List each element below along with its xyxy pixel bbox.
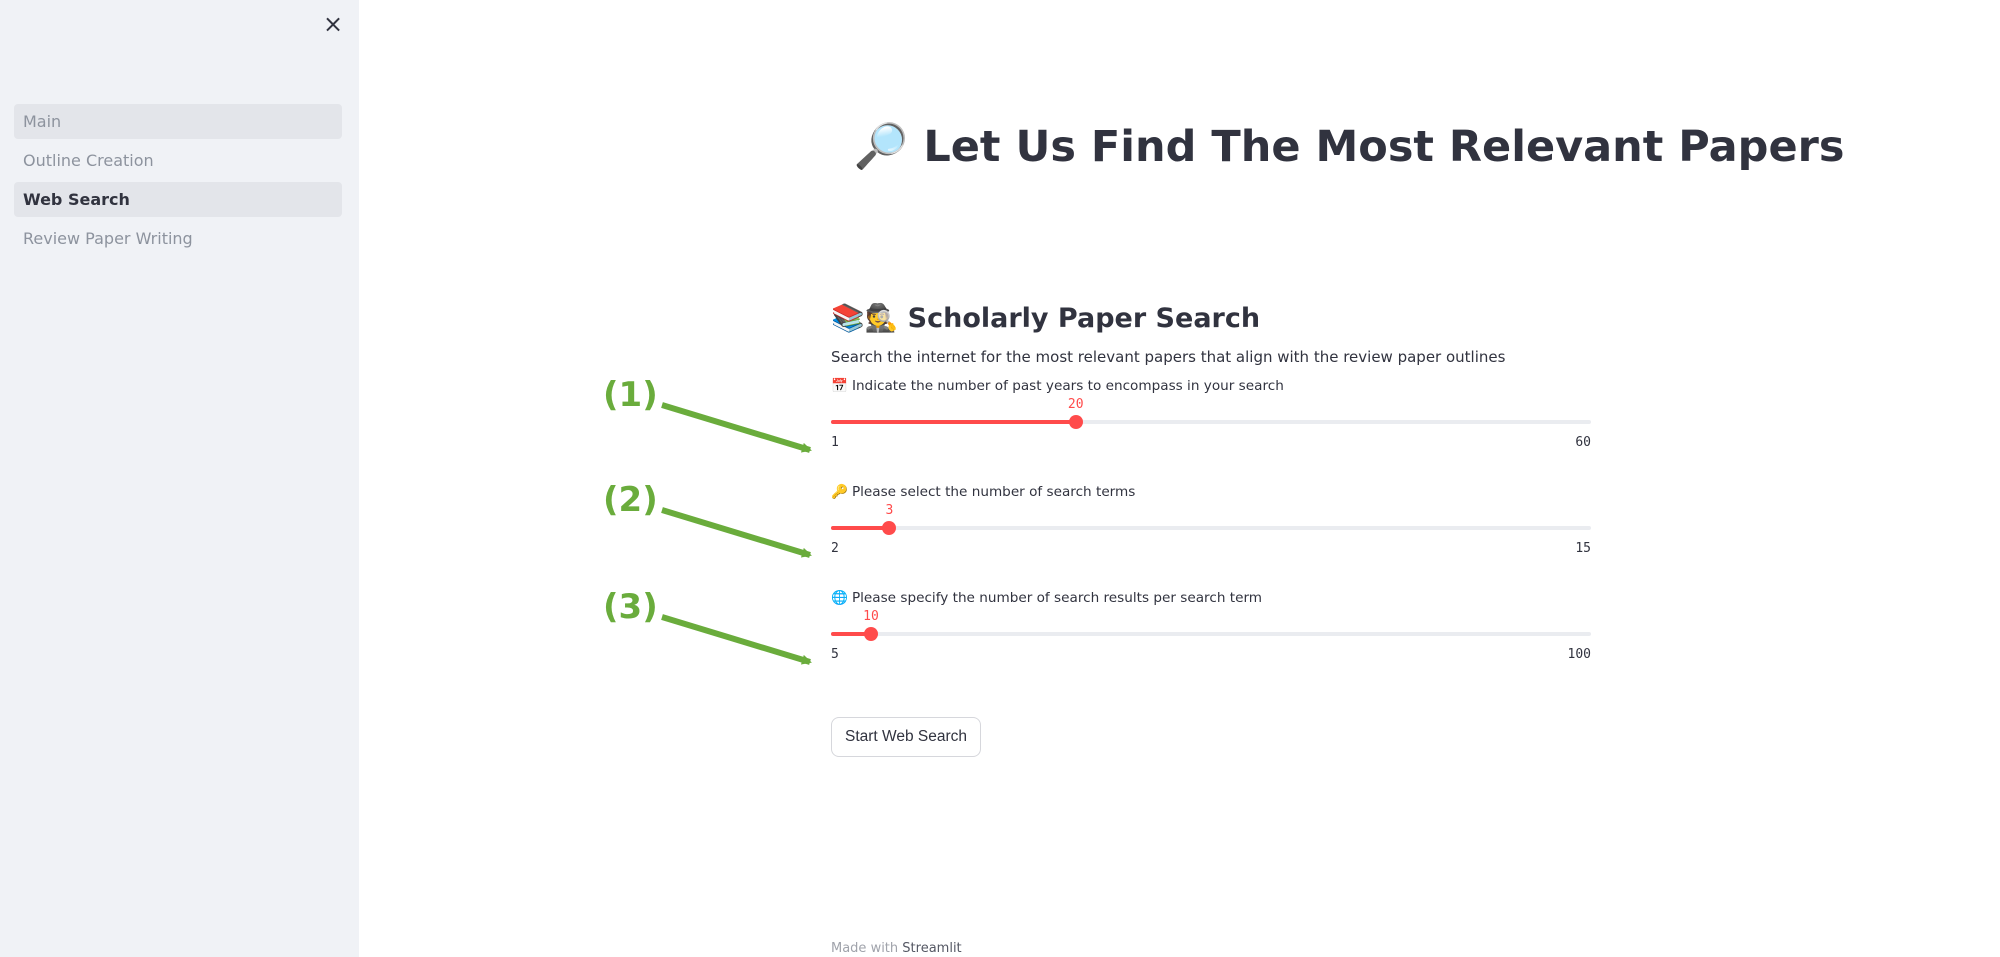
search-section: 📚🕵️ Scholarly Paper Search Search the in… — [831, 297, 1591, 757]
sidebar: × Main Outline Creation Web Search Revie… — [0, 0, 359, 957]
slider-min: 1 — [831, 435, 839, 450]
slider-thumb[interactable] — [882, 521, 897, 535]
slider-max: 15 — [1575, 541, 1591, 556]
main-content: 🔎 Let Us Find The Most Relevant Papers 📚… — [359, 0, 2000, 957]
slider-fill — [831, 420, 1076, 424]
sidebar-nav: Main Outline Creation Web Search Review … — [14, 104, 342, 260]
page-title-text: Let Us Find The Most Relevant Papers — [923, 122, 1845, 172]
search-terms-slider: 🔑 Please select the number of search term… — [831, 481, 1591, 587]
slider-track[interactable]: 3 — [831, 503, 1591, 535]
slider-label-text: Please select the number of search terms — [851, 484, 1136, 500]
slider-label-text: Please specify the number of search resu… — [851, 590, 1263, 606]
slider-thumb[interactable] — [1068, 415, 1083, 429]
slider-value: 3 — [885, 503, 894, 518]
close-icon[interactable]: × — [320, 10, 346, 38]
annotation-label-1: (1) — [603, 375, 658, 415]
slider-min: 5 — [831, 647, 839, 662]
sidebar-item-web-search[interactable]: Web Search — [14, 182, 342, 217]
footer-prefix: Made with — [831, 941, 899, 956]
slider-fill — [831, 526, 890, 530]
calendar-icon: 📅 — [831, 378, 848, 394]
magnifier-icon: 🔎 — [853, 121, 909, 172]
slider-min: 2 — [831, 541, 839, 556]
slider-track[interactable]: 10 — [831, 609, 1591, 641]
page-title: 🔎 Let Us Find The Most Relevant Papers — [849, 118, 1849, 176]
slider-track[interactable]: 20 — [831, 397, 1591, 429]
key-icon: 🔑 — [831, 484, 848, 500]
years-slider: 📅 Indicate the number of past years to en… — [831, 375, 1591, 481]
annotation-label-2: (2) — [603, 480, 658, 520]
section-description: Search the internet for the most relevan… — [831, 348, 1506, 366]
slider-label: 🌐 Please specify the number of search res… — [831, 587, 1262, 609]
sidebar-item-outline-creation[interactable]: Outline Creation — [14, 143, 342, 178]
globe-icon: 🌐 — [831, 590, 848, 606]
results-per-term-slider: 🌐 Please specify the number of search res… — [831, 587, 1591, 693]
section-header: 📚🕵️ Scholarly Paper Search — [831, 297, 1591, 341]
sidebar-item-review-paper-writing[interactable]: Review Paper Writing — [14, 221, 342, 256]
slider-max: 100 — [1567, 647, 1591, 662]
sidebar-item-main[interactable]: Main — [14, 104, 342, 139]
annotation-label-3: (3) — [603, 587, 658, 627]
section-title: Scholarly Paper Search — [907, 303, 1261, 334]
start-web-search-button[interactable]: Start Web Search — [831, 717, 982, 757]
streamlit-link[interactable]: Streamlit — [902, 941, 961, 956]
slider-thumb[interactable] — [864, 627, 878, 641]
slider-value: 10 — [863, 609, 879, 624]
slider-label-text: Indicate the number of past years to enc… — [851, 378, 1284, 394]
slider-label: 🔑 Please select the number of search term… — [831, 481, 1135, 503]
slider-value: 20 — [1067, 397, 1084, 412]
slider-label: 📅 Indicate the number of past years to en… — [831, 375, 1284, 397]
slider-max: 60 — [1575, 435, 1591, 450]
footer: Made with Streamlit — [831, 941, 962, 956]
books-detective-icon: 📚🕵️ — [831, 303, 899, 334]
